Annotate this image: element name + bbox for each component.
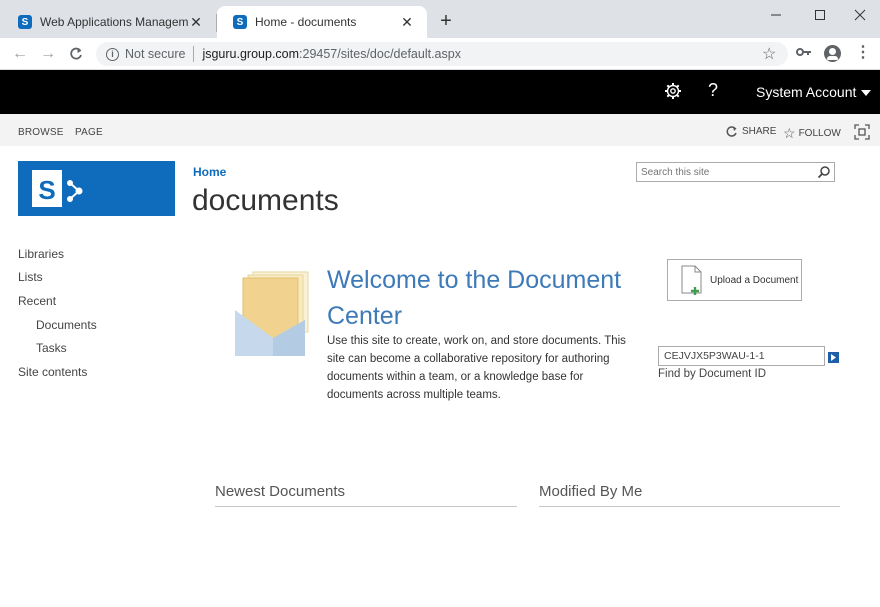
more-vert-icon[interactable]: ⋮ — [855, 44, 871, 62]
go-arrow-icon[interactable] — [828, 350, 839, 363]
minimize-icon[interactable] — [760, 4, 792, 26]
leftnav-lists[interactable]: Lists — [18, 270, 43, 284]
search-icon[interactable] — [817, 165, 831, 179]
leftnav-recent[interactable]: Recent — [18, 294, 56, 308]
sharepoint-favicon-icon: S — [233, 15, 247, 29]
browser-tab-web-apps[interactable]: S Web Applications Management ✕ — [2, 6, 216, 38]
account-caret-icon[interactable] — [861, 90, 871, 96]
close-icon[interactable]: ✕ — [188, 14, 204, 30]
upload-document-icon — [680, 265, 704, 295]
focus-on-content-icon[interactable] — [854, 124, 870, 140]
welcome-description: Use this site to create, work on, and st… — [327, 335, 626, 401]
back-arrow-icon[interactable]: ← — [10, 44, 30, 64]
newest-documents-heading: Newest Documents — [215, 483, 517, 507]
url-path: :29457/sites/doc/default.aspx — [299, 47, 461, 61]
breadcrumb-home-link[interactable]: Home — [193, 165, 226, 179]
leftnav-site-contents[interactable]: Site contents — [18, 365, 87, 379]
forward-arrow-icon[interactable]: → — [38, 44, 58, 64]
page-title: documents — [192, 184, 339, 217]
gear-icon[interactable] — [664, 82, 682, 100]
leftnav-libraries[interactable]: Libraries — [18, 247, 64, 261]
follow-label: FOLLOW — [798, 128, 841, 139]
help-icon[interactable]: ? — [708, 80, 718, 101]
account-name[interactable]: System Account — [756, 84, 856, 100]
info-icon[interactable]: i — [106, 47, 119, 61]
window-close-icon[interactable] — [844, 4, 876, 26]
document-folder-icon — [235, 270, 310, 358]
close-icon[interactable]: ✕ — [399, 14, 415, 30]
sharepoint-favicon-icon: S — [18, 15, 32, 29]
tab-browse[interactable]: BROWSE — [18, 127, 64, 138]
star-icon: ☆ — [783, 125, 796, 141]
url-host: jsguru.group.com — [202, 47, 300, 61]
share-icon — [726, 126, 737, 137]
sharepoint-suite-bar — [0, 70, 880, 114]
sharepoint-logo[interactable]: S — [18, 161, 175, 216]
share-button[interactable]: SHARE — [725, 125, 776, 138]
follow-button[interactable]: ☆ FOLLOW — [783, 125, 841, 142]
leftnav-documents[interactable]: Documents — [36, 318, 97, 332]
not-secure-label: Not secure — [125, 47, 186, 61]
bookmark-star-icon[interactable]: ☆ — [762, 44, 776, 64]
document-id-input[interactable]: CEJVJX5P3WAU-1-1 — [658, 346, 825, 366]
upload-document-button[interactable]: Upload a Document — [667, 259, 802, 301]
modified-by-me-heading: Modified By Me — [539, 483, 840, 507]
profile-avatar-icon[interactable] — [824, 45, 841, 62]
reload-icon[interactable] — [66, 44, 86, 64]
svg-text:S: S — [38, 175, 55, 205]
share-label: SHARE — [742, 126, 777, 137]
maximize-icon[interactable] — [804, 4, 836, 26]
upload-label: Upload a Document — [710, 274, 799, 286]
find-by-document-id-label: Find by Document ID — [658, 368, 767, 380]
new-tab-button[interactable]: + — [436, 11, 456, 32]
leftnav-tasks[interactable]: Tasks — [36, 341, 67, 355]
tab-title: Home - documents — [255, 15, 357, 29]
key-icon[interactable] — [796, 45, 812, 61]
welcome-title: Welcome to the Document Center — [327, 266, 622, 330]
tab-page[interactable]: PAGE — [75, 127, 103, 138]
url-omnibox[interactable]: i Not secure jsguru.group.com:29457/site… — [96, 42, 788, 66]
url-divider — [193, 46, 195, 62]
tab-title: Web Applications Management — [40, 15, 188, 29]
search-input[interactable] — [636, 162, 835, 182]
browser-tab-home-documents[interactable]: S Home - documents ✕ — [217, 6, 427, 38]
